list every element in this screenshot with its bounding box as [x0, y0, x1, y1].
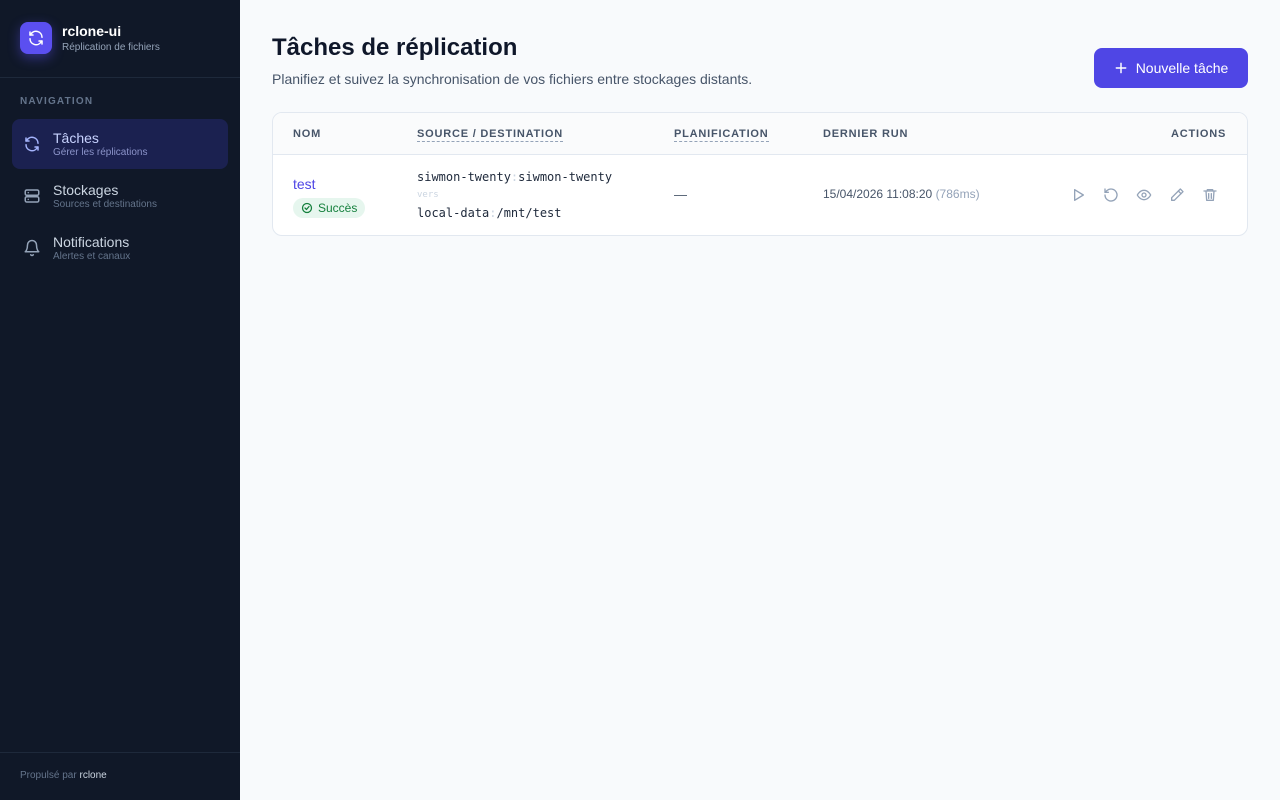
status-label: Succès: [318, 201, 358, 215]
eye-icon[interactable]: [1135, 186, 1153, 204]
source-subpath: siwmon-twenty: [518, 170, 613, 184]
status-badge: Succès: [293, 198, 366, 218]
footer-prefix: Propulsé par: [20, 770, 77, 781]
column-header-planification[interactable]: PLANIFICATION: [674, 128, 769, 142]
row-actions: [1069, 186, 1234, 204]
bell-icon: [23, 239, 41, 257]
new-task-button[interactable]: Nouvelle tâche: [1094, 48, 1248, 88]
plus-icon: [1114, 61, 1128, 76]
sidebar-item-label: Notifications: [53, 233, 130, 250]
column-header-source-destination[interactable]: SOURCE / DESTINATION: [417, 128, 563, 142]
column-header-dernier-run[interactable]: DERNIER RUN: [823, 128, 908, 140]
page-title: Tâches de réplication: [272, 34, 518, 61]
divider: [0, 77, 240, 78]
app-subtitle: Réplication de fichiers: [62, 42, 160, 53]
column-header-actions: ACTIONS: [1171, 128, 1227, 140]
last-run-duration: (786ms): [935, 187, 980, 201]
sidebar-item-label: Stockages: [53, 181, 119, 198]
sidebar: rclone-ui Réplication de fichiers NAVIGA…: [0, 0, 240, 800]
check-circle-icon: [301, 202, 313, 214]
rotate-icon[interactable]: [1102, 186, 1120, 204]
source-path: siwmon-twenty:siwmon-twenty: [417, 170, 613, 184]
refresh-icon: [23, 135, 41, 153]
server-icon: [23, 187, 41, 205]
last-run-value: 15/04/2026 11:08:20 (786ms): [823, 187, 980, 201]
destination-path: local-data:/mnt/test: [417, 206, 562, 220]
last-run-timestamp: 15/04/2026 11:08:20: [823, 187, 933, 201]
column-header-nom[interactable]: NOM: [293, 128, 321, 140]
dest-remote: local-data: [417, 206, 490, 220]
sidebar-item-stockages[interactable]: Stockages Sources et destinations: [12, 171, 228, 221]
refresh-icon: [20, 22, 52, 54]
brand[interactable]: rclone-ui Réplication de fichiers: [20, 22, 160, 54]
dest-subpath: /mnt/test: [496, 206, 562, 220]
source-remote: siwmon-twenty: [417, 170, 511, 184]
footer-brand-link[interactable]: rclone: [79, 770, 106, 781]
trash-icon[interactable]: [1201, 186, 1219, 204]
connector-label: vers: [417, 190, 439, 200]
table-header: NOM SOURCE / DESTINATION PLANIFICATION D…: [273, 113, 1247, 155]
sidebar-item-notifications[interactable]: Notifications Alertes et canaux: [12, 223, 228, 273]
sidebar-footer: Propulsé par rclone: [20, 770, 107, 781]
sidebar-item-desc: Sources et destinations: [53, 198, 157, 210]
table-row: test Succès siwmon-twenty:siwmon-twenty …: [273, 155, 1247, 235]
task-name-link[interactable]: test: [293, 176, 316, 192]
sidebar-item-label: Tâches: [53, 129, 99, 146]
schedule-value: —: [674, 187, 687, 202]
new-task-label: Nouvelle tâche: [1135, 60, 1229, 76]
divider: [0, 752, 240, 753]
sidebar-nav: Tâches Gérer les réplications Stockages …: [12, 119, 228, 275]
nav-heading: NAVIGATION: [20, 96, 94, 107]
sidebar-item-desc: Alertes et canaux: [53, 250, 131, 262]
app-name: rclone-ui: [62, 23, 122, 39]
tasks-table: NOM SOURCE / DESTINATION PLANIFICATION D…: [272, 112, 1248, 236]
sidebar-item-desc: Gérer les réplications: [53, 146, 148, 158]
sidebar-item-taches[interactable]: Tâches Gérer les réplications: [12, 119, 228, 169]
page-subtitle: Planifiez et suivez la synchronisation d…: [272, 71, 753, 87]
play-icon[interactable]: [1069, 186, 1087, 204]
pencil-icon[interactable]: [1168, 186, 1186, 204]
